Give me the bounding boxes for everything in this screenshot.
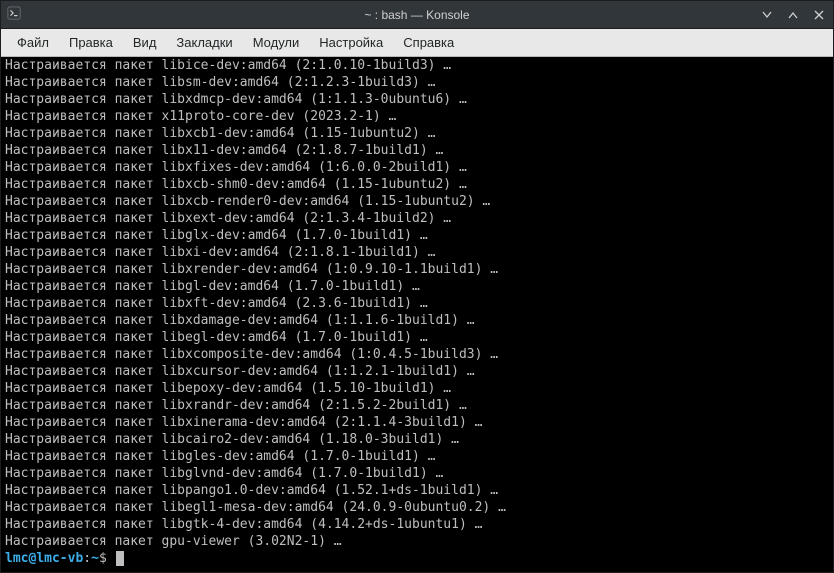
menu-help[interactable]: Справка xyxy=(393,31,464,54)
terminal-line: Настраивается пакет libxcb-render0-dev:a… xyxy=(5,193,829,210)
terminal-line: Настраивается пакет libxdamage-dev:amd64… xyxy=(5,312,829,329)
terminal-line: Настраивается пакет libglvnd-dev:amd64 (… xyxy=(5,465,829,482)
terminal-line: Настраивается пакет libxinerama-dev:amd6… xyxy=(5,414,829,431)
terminal-line: Настраивается пакет libsm-dev:amd64 (2:1… xyxy=(5,74,829,91)
terminal-line: Настраивается пакет libxext-dev:amd64 (2… xyxy=(5,210,829,227)
terminal-line: Настраивается пакет libglx-dev:amd64 (1.… xyxy=(5,227,829,244)
prompt-cwd: ~ xyxy=(91,551,99,566)
terminal-cursor xyxy=(116,551,124,566)
terminal-line: Настраивается пакет libxfixes-dev:amd64 … xyxy=(5,159,829,176)
terminal-line: Настраивается пакет libxi-dev:amd64 (2:1… xyxy=(5,244,829,261)
prompt-colon: : xyxy=(83,551,91,566)
prompt-user: lmc xyxy=(5,551,28,566)
menu-plugins[interactable]: Модули xyxy=(243,31,310,54)
terminal-line: Настраивается пакет libgles-dev:amd64 (1… xyxy=(5,448,829,465)
terminal-line: Настраивается пакет libxcomposite-dev:am… xyxy=(5,346,829,363)
terminal-line: Настраивается пакет gpu-viewer (3.02N2-1… xyxy=(5,533,829,550)
terminal-line: Настраивается пакет libepoxy-dev:amd64 (… xyxy=(5,380,829,397)
window-titlebar: ~ : bash — Konsole xyxy=(1,1,833,29)
menu-edit[interactable]: Правка xyxy=(59,31,123,54)
terminal-line: Настраивается пакет libgtk-4-dev:amd64 (… xyxy=(5,516,829,533)
terminal-view[interactable]: Настраивается пакет libice-dev:amd64 (2:… xyxy=(1,57,833,572)
terminal-line: Настраивается пакет libpango1.0-dev:amd6… xyxy=(5,482,829,499)
titlebar-left xyxy=(7,6,21,23)
minimize-button[interactable] xyxy=(759,7,775,23)
prompt-dollar: $ xyxy=(99,551,115,566)
terminal-line: Настраивается пакет libegl1-mesa-dev:amd… xyxy=(5,499,829,516)
terminal-line: Настраивается пакет libxcb-shm0-dev:amd6… xyxy=(5,176,829,193)
terminal-line: Настраивается пакет libxcursor-dev:amd64… xyxy=(5,363,829,380)
terminal-line: Настраивается пакет libcairo2-dev:amd64 … xyxy=(5,431,829,448)
terminal-line: Настраивается пакет libxrandr-dev:amd64 … xyxy=(5,397,829,414)
titlebar-controls xyxy=(759,7,827,23)
menubar: Файл Правка Вид Закладки Модули Настройк… xyxy=(1,29,833,57)
app-icon xyxy=(7,6,21,23)
terminal-line: Настраивается пакет libxrender-dev:amd64… xyxy=(5,261,829,278)
terminal-line: Настраивается пакет libxft-dev:amd64 (2.… xyxy=(5,295,829,312)
terminal-line: Настраивается пакет x11proto-core-dev (2… xyxy=(5,108,829,125)
menu-bookmarks[interactable]: Закладки xyxy=(166,31,242,54)
terminal-line: Настраивается пакет libgl-dev:amd64 (1.7… xyxy=(5,278,829,295)
maximize-button[interactable] xyxy=(785,7,801,23)
close-button[interactable] xyxy=(811,7,827,23)
menu-view[interactable]: Вид xyxy=(123,31,167,54)
terminal-line: Настраивается пакет libxcb1-dev:amd64 (1… xyxy=(5,125,829,142)
terminal-line: Настраивается пакет libice-dev:amd64 (2:… xyxy=(5,57,829,74)
terminal-prompt[interactable]: lmc@lmc-vb:~$ xyxy=(5,550,829,567)
menu-file[interactable]: Файл xyxy=(7,31,59,54)
window-title: ~ : bash — Konsole xyxy=(364,8,469,22)
terminal-line: Настраивается пакет libxdmcp-dev:amd64 (… xyxy=(5,91,829,108)
terminal-line: Настраивается пакет libx11-dev:amd64 (2:… xyxy=(5,142,829,159)
menu-settings[interactable]: Настройка xyxy=(309,31,393,54)
prompt-host: lmc-vb xyxy=(36,551,83,566)
terminal-line: Настраивается пакет libegl-dev:amd64 (1.… xyxy=(5,329,829,346)
